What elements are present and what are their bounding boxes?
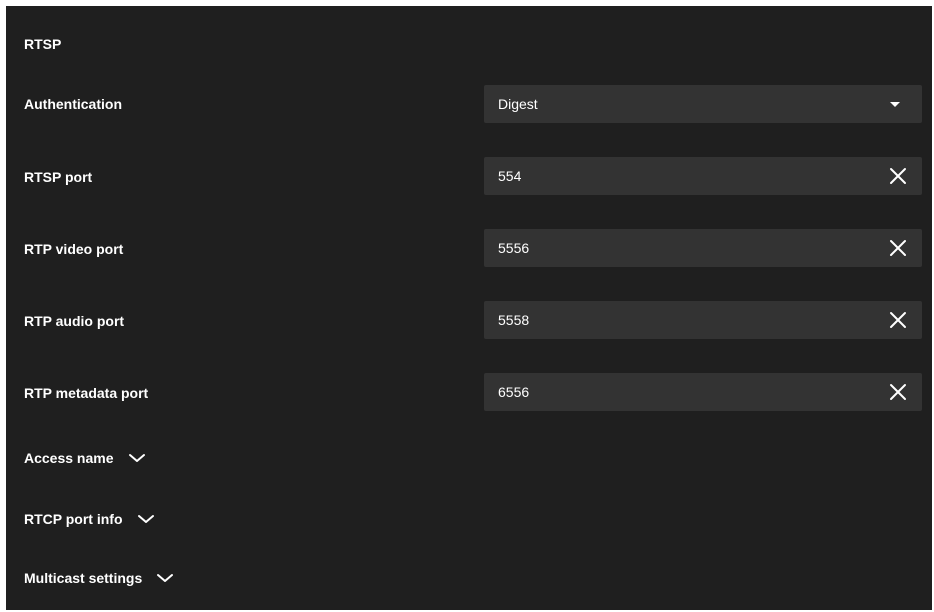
close-icon [890,312,906,328]
rtp-video-port-label: RTP video port [24,241,124,257]
rtsp-port-value: 554 [498,168,522,184]
rtp-video-port-field[interactable]: 5556 [484,229,922,267]
clear-rtsp-port-button[interactable] [888,166,908,186]
close-icon [890,168,906,184]
rtsp-port-label: RTSP port [24,169,93,185]
authentication-label: Authentication [24,96,122,112]
chevron-down-icon [137,515,154,523]
section-title: RTSP [24,36,62,52]
access-name-label: Access name [24,450,114,466]
chevron-down-icon [157,574,174,582]
rtcp-port-info-expander[interactable]: RTCP port info [24,511,155,527]
authentication-value: Digest [498,96,538,112]
close-icon [890,384,906,400]
rtp-metadata-port-field[interactable]: 6556 [484,373,922,411]
rtsp-settings-panel: RTSP Authentication Digest RTSP port 554… [6,6,932,610]
close-icon [890,240,906,256]
rtp-metadata-port-value: 6556 [498,384,530,400]
rtp-audio-port-label: RTP audio port [24,313,125,329]
clear-rtp-audio-port-button[interactable] [888,310,908,330]
access-name-expander[interactable]: Access name [24,450,146,466]
clear-rtp-video-port-button[interactable] [888,238,908,258]
rtcp-port-info-label: RTCP port info [24,511,123,527]
chevron-down-icon [128,454,145,462]
authentication-dropdown[interactable]: Digest [484,85,922,123]
rtp-audio-port-field[interactable]: 5558 [484,301,922,339]
multicast-settings-label: Multicast settings [24,570,143,586]
caret-down-icon [890,102,900,107]
rtp-metadata-port-label: RTP metadata port [24,385,149,401]
rtp-audio-port-value: 5558 [498,312,530,328]
multicast-settings-expander[interactable]: Multicast settings [24,570,174,586]
rtsp-port-field[interactable]: 554 [484,157,922,195]
clear-rtp-metadata-port-button[interactable] [888,382,908,402]
rtp-video-port-value: 5556 [498,240,530,256]
